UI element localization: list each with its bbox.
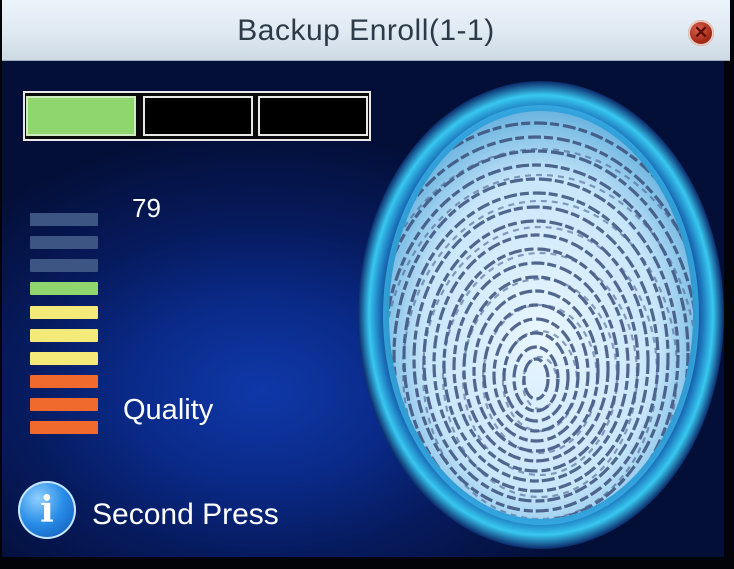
fingerprint-scan-icon [358, 81, 724, 549]
quality-level-3 [30, 375, 98, 388]
close-icon: ✕ [693, 23, 709, 42]
enroll-screen: Backup Enroll(1-1) ✕ 79 Quality i Second… [0, 0, 734, 569]
quality-level-1 [30, 421, 98, 434]
sensor-pad [389, 111, 693, 519]
fingerprint-sensor [358, 79, 724, 549]
enroll-progress-bar [23, 91, 371, 141]
press-2-indicator [143, 96, 253, 136]
quality-level-5 [30, 329, 98, 342]
quality-level-9 [30, 236, 98, 249]
quality-level-6 [30, 306, 98, 319]
quality-level-4 [30, 352, 98, 365]
close-button[interactable]: ✕ [688, 20, 714, 46]
enroll-panel: 79 Quality i Second Press [2, 61, 724, 557]
quality-level-10 [30, 213, 98, 226]
window-title: Backup Enroll(1-1) [237, 14, 495, 47]
info-icon: i [18, 481, 76, 539]
quality-level-8 [30, 259, 98, 272]
press-1-indicator [26, 96, 136, 136]
quality-score: 79 [132, 193, 161, 223]
title-bar: Backup Enroll(1-1) ✕ [2, 0, 730, 61]
press-3-indicator [258, 96, 368, 136]
quality-label: Quality [123, 394, 214, 426]
status-message: Second Press [92, 498, 279, 531]
quality-level-2 [30, 398, 98, 411]
quality-level-7 [30, 282, 98, 295]
